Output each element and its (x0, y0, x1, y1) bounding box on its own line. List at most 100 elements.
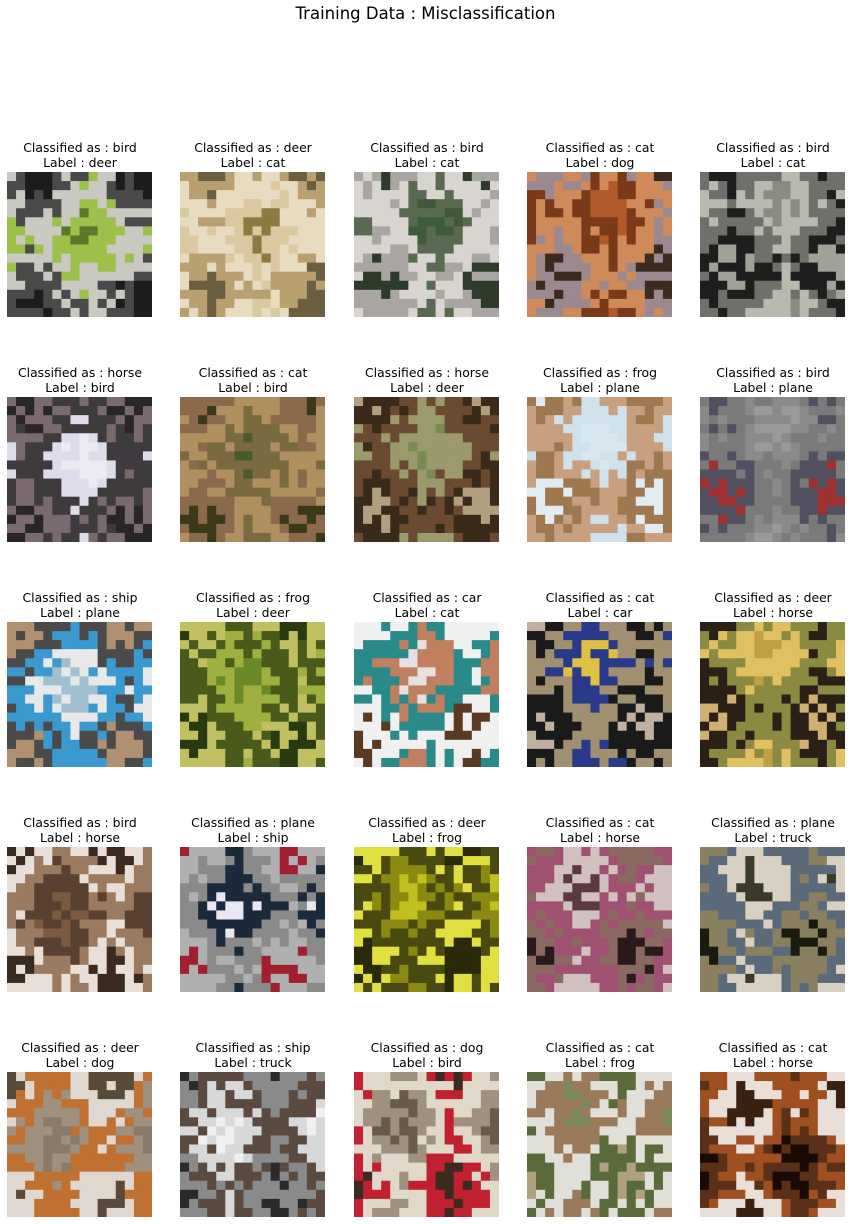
pixel-thumbnail (527, 397, 672, 542)
predicted-class-text: Classified as : deer (21, 1040, 139, 1055)
true-label-text: Label : dog (45, 1055, 115, 1070)
cell-caption: Classified as : horse Label : deer (342, 365, 512, 395)
predicted-class-text: Classified as : horse (365, 365, 489, 380)
sample-image (700, 172, 845, 317)
pixel-thumbnail (354, 847, 499, 992)
cell-caption: Classified as : frog Label : plane (515, 365, 685, 395)
grid-cell: Classified as : deer Label : horse (688, 590, 851, 767)
pixel-thumbnail (527, 847, 672, 992)
predicted-class-text: Classified as : car (372, 590, 482, 605)
sample-image (527, 622, 672, 767)
true-label-text: Label : truck (214, 1055, 292, 1070)
true-label-text: Label : deer (390, 380, 464, 395)
predicted-class-text: Classified as : cat (545, 1040, 655, 1055)
grid-cell: Classified as : bird Label : plane (688, 365, 851, 542)
pixel-thumbnail (7, 847, 152, 992)
sample-image (180, 847, 325, 992)
sample-image (354, 172, 499, 317)
figure-title: Training Data : Misclassification (295, 4, 556, 23)
cell-caption: Classified as : cat Label : bird (168, 365, 338, 395)
true-label-text: Label : bird (45, 380, 115, 395)
predicted-class-text: Classified as : bird (716, 140, 830, 155)
pixel-thumbnail (354, 622, 499, 767)
grid-cell: Classified as : ship Label : plane (0, 590, 165, 767)
pixel-thumbnail (7, 1072, 152, 1217)
grid-cell: Classified as : car Label : cat (342, 590, 512, 767)
predicted-class-text: Classified as : frog (542, 365, 657, 380)
pixel-thumbnail (527, 172, 672, 317)
cell-caption: Classified as : deer Label : dog (0, 1040, 165, 1070)
pixel-thumbnail (7, 622, 152, 767)
sample-image (180, 1072, 325, 1217)
pixel-thumbnail (354, 1072, 499, 1217)
grid-cell: Classified as : deer Label : frog (342, 815, 512, 992)
predicted-class-text: Classified as : horse (18, 365, 142, 380)
predicted-class-text: Classified as : cat (545, 590, 655, 605)
pixel-thumbnail (180, 847, 325, 992)
predicted-class-text: Classified as : bird (370, 140, 484, 155)
sample-image (527, 1072, 672, 1217)
cell-caption: Classified as : bird Label : deer (0, 140, 165, 170)
sample-image (700, 397, 845, 542)
predicted-class-text: Classified as : ship (195, 1040, 311, 1055)
sample-image (7, 847, 152, 992)
sample-image (527, 397, 672, 542)
pixel-thumbnail (527, 1072, 672, 1217)
true-label-text: Label : horse (559, 830, 641, 845)
grid-cell: Classified as : horse Label : deer (342, 365, 512, 542)
cell-caption: Classified as : cat Label : horse (688, 1040, 851, 1070)
grid-cell: Classified as : bird Label : horse (0, 815, 165, 992)
sample-image (180, 622, 325, 767)
true-label-text: Label : plane (40, 605, 120, 620)
true-label-text: Label : horse (39, 830, 121, 845)
predicted-class-text: Classified as : plane (711, 815, 835, 830)
pixel-thumbnail (180, 1072, 325, 1217)
true-label-text: Label : cat (394, 155, 460, 170)
predicted-class-text: Classified as : ship (22, 590, 138, 605)
predicted-class-text: Classified as : bird (716, 365, 830, 380)
pixel-thumbnail (527, 622, 672, 767)
grid-cell: Classified as : cat Label : frog (515, 1040, 685, 1217)
cell-caption: Classified as : dog Label : bird (342, 1040, 512, 1070)
predicted-class-text: Classified as : dog (370, 1040, 484, 1055)
sample-image (354, 1072, 499, 1217)
true-label-text: Label : frog (391, 830, 463, 845)
cell-caption: Classified as : plane Label : truck (688, 815, 851, 845)
grid-cell: Classified as : deer Label : dog (0, 1040, 165, 1217)
sample-image (354, 847, 499, 992)
true-label-text: Label : deer (216, 605, 290, 620)
sample-image (7, 622, 152, 767)
cell-caption: Classified as : bird Label : horse (0, 815, 165, 845)
grid-cell: Classified as : dog Label : bird (342, 1040, 512, 1217)
grid-cell: Classified as : bird Label : cat (342, 140, 512, 317)
predicted-class-text: Classified as : bird (23, 815, 137, 830)
pixel-thumbnail (354, 397, 499, 542)
pixel-thumbnail (700, 172, 845, 317)
predicted-class-text: Classified as : cat (545, 815, 655, 830)
grid-cell: Classified as : plane Label : truck (688, 815, 851, 992)
sample-image (7, 1072, 152, 1217)
sample-image (354, 622, 499, 767)
cell-caption: Classified as : car Label : cat (342, 590, 512, 620)
true-label-text: Label : horse (732, 1055, 814, 1070)
sample-image (354, 397, 499, 542)
grid-cell: Classified as : cat Label : dog (515, 140, 685, 317)
predicted-class-text: Classified as : cat (545, 140, 655, 155)
true-label-text: Label : truck (734, 830, 812, 845)
cell-caption: Classified as : cat Label : car (515, 590, 685, 620)
grid-cell: Classified as : cat Label : car (515, 590, 685, 767)
true-label-text: Label : cat (394, 605, 460, 620)
grid-cell: Classified as : cat Label : horse (688, 1040, 851, 1217)
cell-caption: Classified as : deer Label : frog (342, 815, 512, 845)
true-label-text: Label : ship (217, 830, 289, 845)
grid-cell: Classified as : frog Label : plane (515, 365, 685, 542)
pixel-thumbnail (700, 622, 845, 767)
sample-image (180, 397, 325, 542)
sample-image (527, 172, 672, 317)
predicted-class-text: Classified as : bird (23, 140, 137, 155)
predicted-class-text: Classified as : deer (194, 140, 312, 155)
cell-caption: Classified as : horse Label : bird (0, 365, 165, 395)
true-label-text: Label : horse (732, 605, 814, 620)
sample-image (7, 172, 152, 317)
predicted-class-text: Classified as : cat (198, 365, 308, 380)
